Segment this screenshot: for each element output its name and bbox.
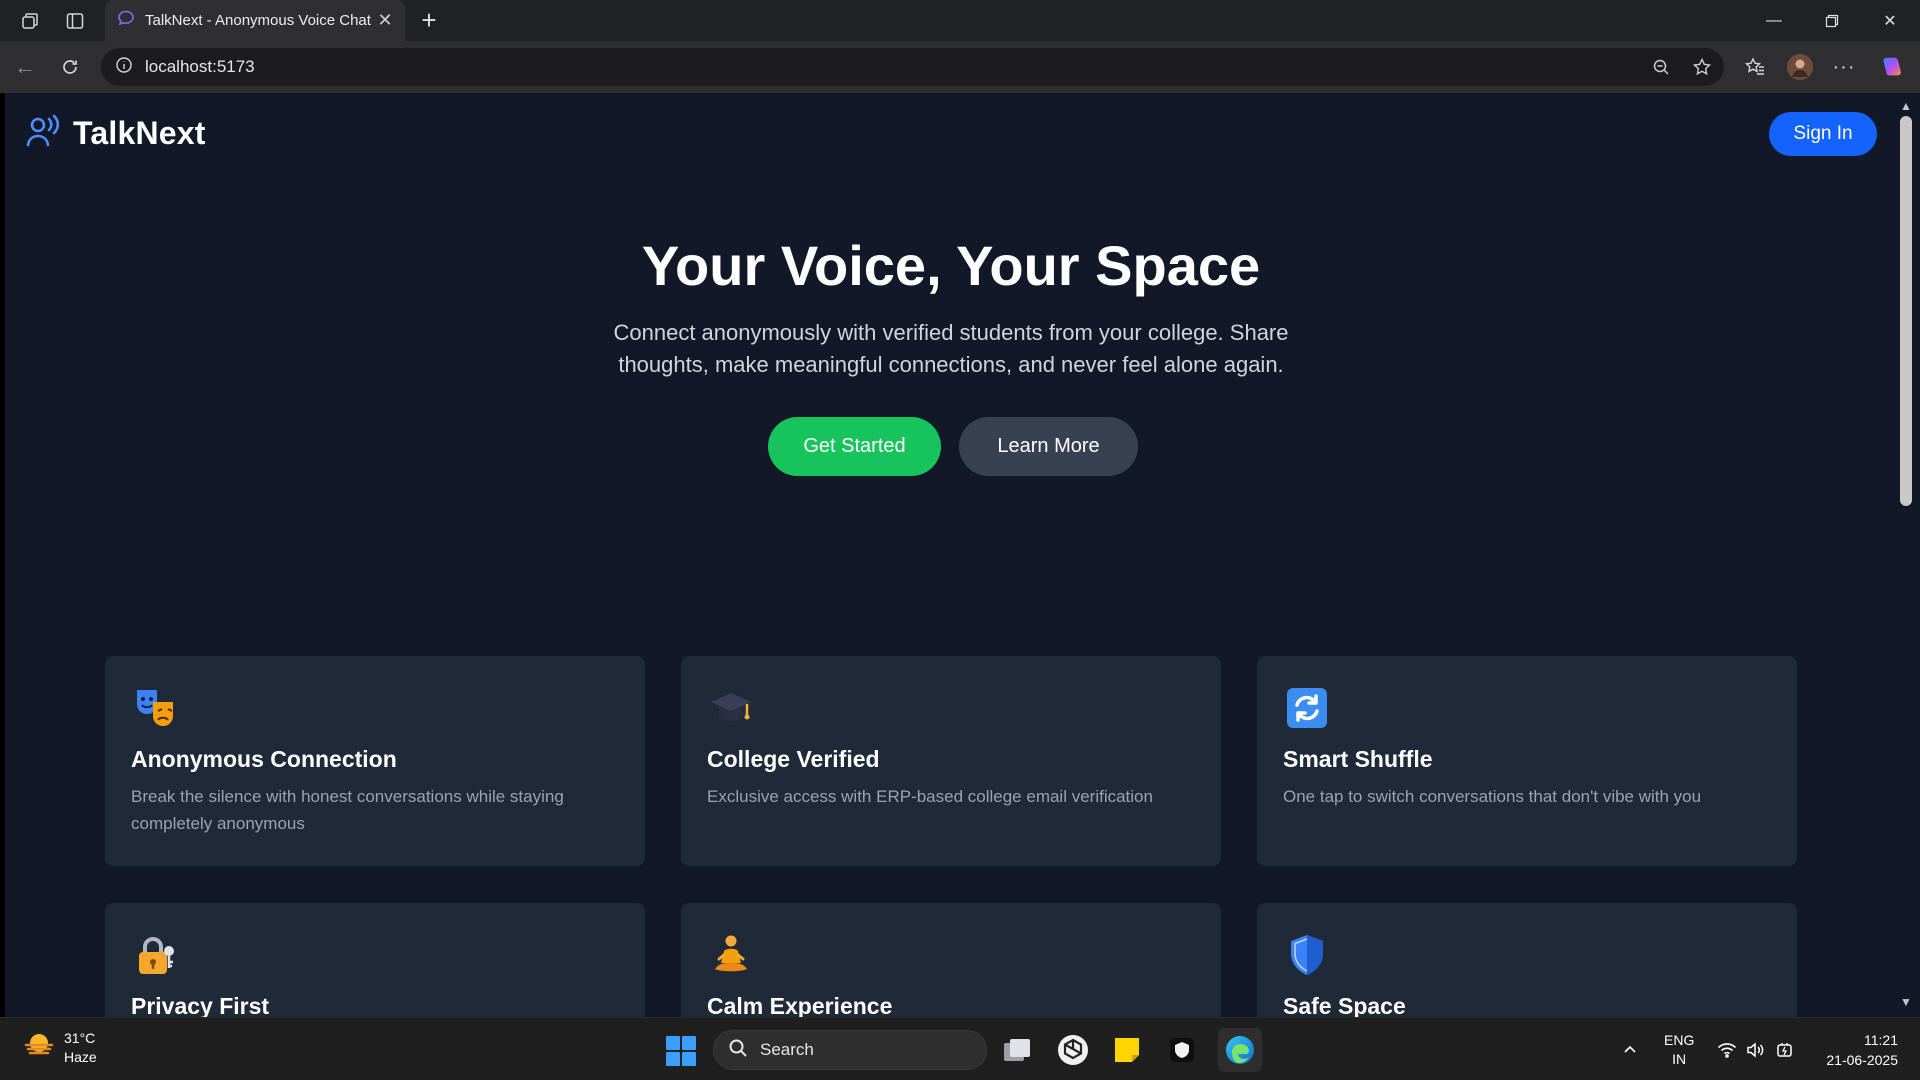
task-view-icon[interactable] (998, 1031, 1036, 1069)
tab-active[interactable]: TalkNext - Anonymous Voice Chat ✕ (105, 0, 405, 41)
graduation-cap-icon (707, 684, 755, 732)
feature-description: One tap to switch conversations that don… (1283, 787, 1702, 806)
feature-card-calm: Calm Experience (681, 903, 1221, 1017)
zoom-out-icon[interactable] (1650, 56, 1672, 78)
workspaces-icon[interactable] (15, 6, 45, 36)
sign-in-button[interactable]: Sign In (1769, 112, 1877, 156)
feature-card-anonymous: Anonymous Connection Break the silence w… (105, 656, 645, 866)
address-bar: ← localhost:5173 ··· (0, 41, 1920, 93)
language-code: ENG (1664, 1031, 1695, 1048)
weather-widget[interactable]: 31°C Haze (22, 1028, 97, 1067)
learn-more-button[interactable]: Learn More (959, 417, 1138, 476)
restore-icon[interactable] (1803, 0, 1861, 41)
vertical-tabs-icon[interactable] (60, 6, 90, 36)
feature-description: Break the silence with honest conversati… (131, 787, 564, 833)
clock-date: 21-06-2025 (1826, 1052, 1898, 1068)
sun-haze-icon (22, 1028, 56, 1067)
language-indicator[interactable]: ENG IN (1664, 1018, 1694, 1080)
site-info-icon[interactable] (115, 56, 133, 79)
url-text: localhost:5173 (145, 57, 255, 76)
feature-title: Smart Shuffle (1283, 746, 1433, 772)
shield-icon (1283, 931, 1331, 979)
copilot-icon[interactable] (1878, 54, 1904, 80)
feature-title: Privacy First (131, 993, 270, 1017)
clock-time: 11:21 (1864, 1032, 1898, 1048)
scroll-up-icon[interactable]: ▲ (1898, 99, 1914, 113)
taskbar-search[interactable]: Search (713, 1030, 987, 1070)
chatgpt-app-icon[interactable] (1054, 1031, 1092, 1069)
meditation-icon (707, 931, 755, 979)
close-window-icon[interactable]: ✕ (1861, 0, 1919, 41)
favorites-icon[interactable] (1742, 54, 1768, 80)
show-hidden-icons-icon[interactable] (1622, 1018, 1638, 1080)
feature-title: Safe Space (1283, 993, 1406, 1017)
back-icon[interactable]: ← (10, 52, 40, 82)
more-options-icon[interactable]: ··· (1831, 54, 1857, 80)
favorite-star-icon[interactable] (1691, 56, 1713, 78)
feature-description: Exclusive access with ERP-based college … (707, 787, 1153, 806)
app-shield-icon[interactable] (1163, 1031, 1201, 1069)
shuffle-icon (1283, 684, 1331, 732)
wifi-icon[interactable] (1717, 1018, 1737, 1080)
brand-name: TalkNext (73, 115, 206, 151)
new-tab-button[interactable]: + (414, 6, 444, 36)
system-clock[interactable]: 11:21 21-06-2025 (1808, 1030, 1898, 1070)
weather-condition: Haze (64, 1048, 97, 1065)
theater-masks-icon (131, 684, 179, 732)
page-viewport: TalkNext Sign In Your Voice, Your Space … (5, 93, 1897, 1017)
edge-browser-icon[interactable] (1218, 1028, 1262, 1072)
minimize-icon[interactable]: — (1745, 0, 1803, 41)
voice-user-icon (25, 113, 61, 154)
chat-bubble-icon (117, 9, 135, 32)
refresh-icon[interactable] (55, 52, 85, 82)
region-code: IN (1672, 1050, 1687, 1067)
volume-icon[interactable] (1746, 1018, 1766, 1080)
feature-card-privacy: Privacy First (105, 903, 645, 1017)
feature-card-college: College Verified Exclusive access with E… (681, 656, 1221, 866)
feature-card-shuffle: Smart Shuffle One tap to switch conversa… (1257, 656, 1797, 866)
get-started-button[interactable]: Get Started (768, 417, 941, 476)
taskbar: 31°C Haze Search ENG IN 11:21 21-06-2025 (0, 1017, 1920, 1080)
search-icon (728, 1038, 748, 1063)
brand-logo[interactable]: TalkNext (25, 113, 206, 154)
url-field[interactable]: localhost:5173 (101, 48, 1724, 86)
weather-temperature: 31°C (64, 1029, 96, 1046)
windows-start-icon[interactable] (666, 1036, 696, 1066)
tab-title: TalkNext - Anonymous Voice Chat (145, 12, 371, 29)
close-tab-icon[interactable]: ✕ (375, 10, 395, 31)
hero-title: Your Voice, Your Space (641, 234, 1261, 297)
feature-title: Calm Experience (707, 993, 893, 1017)
search-label: Search (760, 1040, 814, 1059)
hero-subtitle: Connect anonymously with verified studen… (613, 320, 1289, 377)
lock-icon (131, 931, 179, 979)
sticky-notes-icon[interactable] (1108, 1031, 1146, 1069)
browser-tab-bar: TalkNext - Anonymous Voice Chat ✕ + — ✕ (0, 0, 1920, 41)
scrollbar-thumb[interactable] (1900, 116, 1912, 506)
feature-title: College Verified (707, 746, 880, 772)
battery-icon[interactable] (1775, 1018, 1795, 1080)
feature-card-safe: Safe Space (1257, 903, 1797, 1017)
scroll-down-icon[interactable]: ▼ (1898, 995, 1914, 1009)
profile-avatar[interactable] (1787, 54, 1813, 80)
feature-title: Anonymous Connection (131, 746, 397, 772)
